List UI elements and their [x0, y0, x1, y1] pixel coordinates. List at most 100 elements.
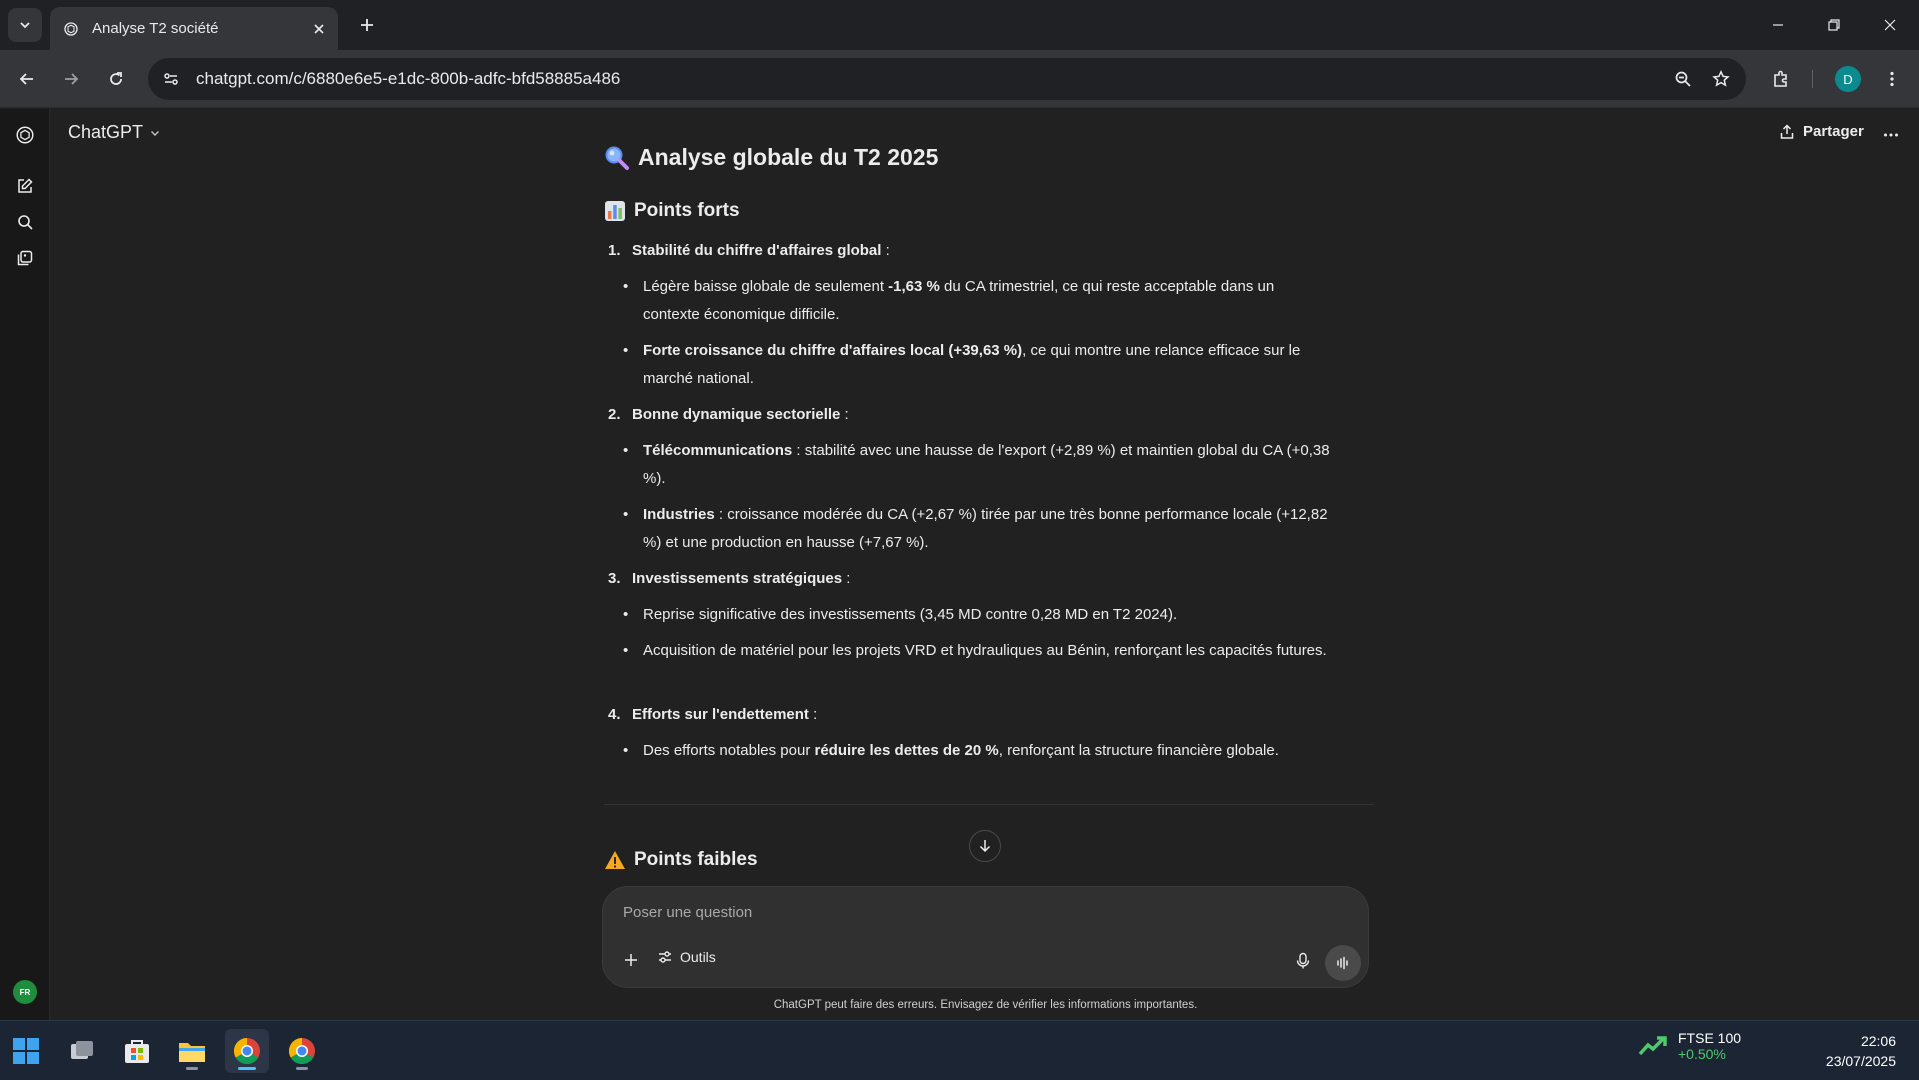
zoom-button[interactable]: [1664, 60, 1702, 98]
plus-icon: [625, 954, 637, 966]
folder-icon: [179, 1043, 205, 1062]
close-icon[interactable]: [312, 22, 326, 36]
address-bar[interactable]: chatgpt.com/c/6880e6e5-e1dc-800b-adfc-bf…: [148, 58, 1746, 100]
task-view-button[interactable]: [60, 1029, 104, 1073]
bullet-text: , renforçant la structure financière glo…: [998, 742, 1279, 759]
bullet-item: Acquisition de matériel pour les projets…: [623, 637, 1333, 665]
tools-label: Outils: [680, 949, 716, 965]
windows-logo-icon: [13, 1038, 39, 1064]
microsoft-store-button[interactable]: [115, 1029, 159, 1073]
weaknesses-heading-text: Points faibles: [634, 849, 758, 870]
tools-button[interactable]: Outils: [657, 949, 716, 965]
arrow-down-icon: [979, 840, 991, 853]
kebab-menu-icon: [1890, 71, 1894, 87]
restore-button[interactable]: [1806, 0, 1862, 50]
windows-taskbar: FTSE 100 +0.50% 22:06 23/07/2025: [0, 1020, 1919, 1080]
bullet-text: Des efforts notables pour: [643, 742, 815, 759]
back-button[interactable]: [12, 64, 42, 94]
forward-button[interactable]: [56, 64, 86, 94]
new-chat-button[interactable]: [11, 172, 39, 200]
scroll-to-bottom-button[interactable]: [969, 830, 1001, 862]
ticker-name: FTSE 100: [1678, 1030, 1742, 1046]
list-item-suffix: :: [840, 406, 849, 423]
browser-tab-active[interactable]: Analyse T2 société: [50, 7, 338, 50]
list-item-title: Stabilité du chiffre d'affaires global: [632, 242, 882, 259]
share-button[interactable]: Partager: [1779, 123, 1864, 140]
list-item-title: Investissements stratégiques: [632, 570, 843, 587]
more-horizontal-icon: [1884, 133, 1898, 137]
dictate-button[interactable]: [1288, 946, 1318, 976]
list-item-title: Bonne dynamique sectorielle: [632, 406, 841, 423]
system-clock[interactable]: 22:06 23/07/2025: [1790, 1031, 1896, 1071]
list-item: 4. Efforts sur l'endettement :: [608, 706, 817, 723]
chrome-button-active[interactable]: [225, 1029, 269, 1073]
chat-main: ChatGPT Partager Analyse globale du T2 2…: [51, 109, 1919, 1020]
zoom-icon: [1675, 71, 1691, 87]
list-item-title: Efforts sur l'endettement: [632, 706, 809, 723]
tab-search-button[interactable]: [8, 8, 42, 42]
url-text[interactable]: chatgpt.com/c/6880e6e5-e1dc-800b-adfc-bf…: [196, 69, 1664, 89]
list-number: 3.: [608, 570, 621, 587]
trend-up-icon: [1638, 1036, 1667, 1056]
prompt-input[interactable]: Poser une question: [623, 904, 752, 921]
conversation-options-button[interactable]: [1879, 123, 1903, 147]
magnifier-emoji-icon: [605, 146, 629, 170]
close-icon: [1884, 19, 1896, 31]
site-info-button[interactable]: [156, 64, 186, 94]
file-explorer-button[interactable]: [170, 1029, 214, 1073]
profile-avatar[interactable]: D: [1835, 66, 1861, 92]
sliders-icon: [659, 951, 671, 963]
start-button[interactable]: [4, 1029, 48, 1073]
browser-menu-button[interactable]: [1877, 64, 1907, 94]
attach-button[interactable]: [616, 945, 646, 975]
model-selector[interactable]: ChatGPT: [68, 122, 161, 143]
voice-mode-button[interactable]: [1325, 945, 1361, 981]
waveform-icon: [1337, 956, 1348, 970]
bullet-item: Reprise significative des investissement…: [623, 601, 1333, 629]
strengths-heading-text: Points forts: [634, 200, 740, 221]
message-composer[interactable]: Poser une question Outils: [602, 886, 1369, 988]
plus-icon: [361, 19, 373, 31]
list-item-suffix: :: [842, 570, 851, 587]
running-indicator: [238, 1067, 256, 1070]
library-button[interactable]: [11, 244, 39, 272]
language-badge[interactable]: FR: [13, 980, 37, 1004]
bullet-bold: Industries: [643, 506, 715, 523]
chatgpt-home-button[interactable]: [11, 121, 39, 149]
restore-icon: [1828, 19, 1840, 31]
toolbar-divider: [1812, 70, 1813, 88]
model-label: ChatGPT: [68, 122, 144, 142]
list-item: 2. Bonne dynamique sectorielle :: [608, 406, 849, 423]
section-divider: [604, 804, 1374, 805]
search-chats-button[interactable]: [11, 208, 39, 236]
analysis-title: Analyse globale du T2 2025: [604, 144, 938, 171]
sidebar-rail: FR: [0, 109, 50, 1020]
chrome-button[interactable]: [280, 1029, 324, 1073]
chrome-icon: [233, 1037, 260, 1065]
bullet-item: Légère baisse globale de seulement -1,63…: [623, 273, 1333, 329]
bullet-item: Industries : croissance modérée du CA (+…: [623, 501, 1333, 557]
minimize-button[interactable]: [1750, 0, 1806, 50]
clock-date: 23/07/2025: [1825, 1053, 1896, 1069]
list-item: 1. Stabilité du chiffre d'affaires globa…: [608, 242, 890, 259]
bullet-text: Acquisition de matériel pour les projets…: [643, 642, 1327, 659]
bullet-bold: réduire les dettes de 20 %: [814, 742, 999, 759]
close-window-button[interactable]: [1862, 0, 1918, 50]
bar-chart-emoji-icon: [605, 201, 625, 221]
reload-button[interactable]: [101, 64, 131, 94]
stock-ticker-widget[interactable]: FTSE 100 +0.50%: [1638, 1030, 1741, 1062]
share-icon: [1780, 123, 1794, 139]
bullet-text: : croissance modérée du CA (+2,67 %) tir…: [643, 506, 1328, 551]
ticker-change: +0.50%: [1678, 1046, 1726, 1062]
analysis-title-text: Analyse globale du T2 2025: [638, 144, 939, 170]
list-number: 1.: [608, 242, 621, 259]
extensions-button[interactable]: [1766, 64, 1796, 94]
task-view-icon: [71, 1041, 93, 1059]
bullet-item: Forte croissance du chiffre d'affaires l…: [623, 337, 1333, 393]
tab-title: Analyse T2 société: [92, 20, 219, 37]
bookmark-button[interactable]: [1702, 60, 1740, 98]
new-tab-button[interactable]: [352, 10, 382, 40]
bullet-bold: -1,63 %: [888, 278, 940, 295]
puzzle-icon: [1774, 70, 1787, 87]
bullet-item: Des efforts notables pour réduire les de…: [623, 737, 1333, 765]
